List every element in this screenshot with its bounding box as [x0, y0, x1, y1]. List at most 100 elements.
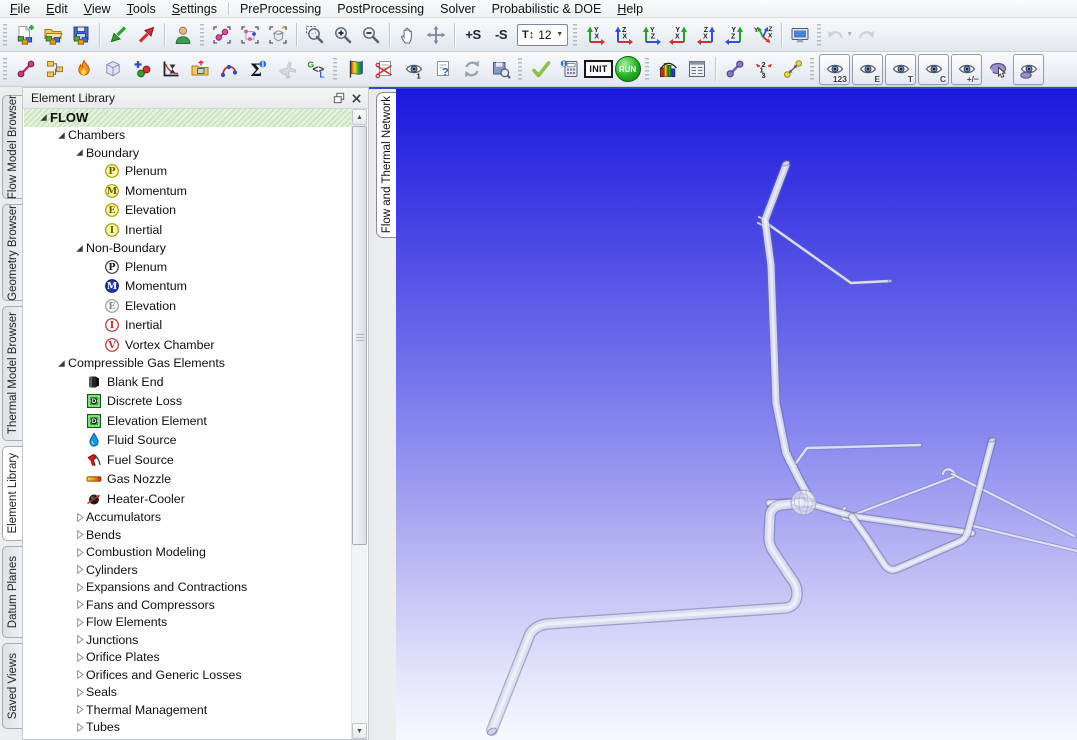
- section-cut-button[interactable]: [370, 54, 399, 84]
- refresh-model-button[interactable]: [457, 54, 486, 84]
- tree-item-bends[interactable]: Bends: [24, 526, 351, 544]
- tree-item-elevation[interactable]: E Elevation: [24, 201, 351, 221]
- tree-item-valves[interactable]: Valves: [24, 736, 351, 739]
- validate-model-button[interactable]: [526, 54, 555, 84]
- tree-expander-icon[interactable]: [72, 703, 86, 716]
- tree-item-combustion-modeling[interactable]: Combustion Modeling: [24, 544, 351, 562]
- sidebar-tab-thermal-model-browser[interactable]: Thermal Model Browser: [2, 306, 22, 441]
- decrease-symbol-size-button[interactable]: -S: [487, 21, 515, 49]
- save-snapshot-button[interactable]: [486, 54, 515, 84]
- tree-item-thermal-management[interactable]: Thermal Management: [24, 701, 351, 719]
- view-xy-button[interactable]: YX: [581, 21, 609, 49]
- scroll-thumb[interactable]: [352, 126, 367, 545]
- tree-item-elevation-element[interactable]: D Elevation Element: [24, 411, 351, 431]
- aircraft-mode-button[interactable]: [272, 54, 301, 84]
- scroll-down-button[interactable]: ▼: [352, 723, 367, 739]
- tree-item-seals[interactable]: Seals: [24, 684, 351, 702]
- tree-expander-icon[interactable]: [72, 511, 86, 524]
- menu-settings[interactable]: Settings: [164, 1, 225, 17]
- tree-item-chambers[interactable]: Chambers: [24, 127, 351, 145]
- menu-file[interactable]: File: [2, 1, 38, 17]
- tree-item-inertial[interactable]: I Inertial: [24, 220, 351, 240]
- font-size-dropdown[interactable]: T↕ 12 ▼: [517, 23, 569, 46]
- menu-probabilistic-doe[interactable]: Probabilistic & DOE: [484, 1, 610, 17]
- tree-item-boundary[interactable]: Boundary: [24, 144, 351, 162]
- tree-scrollbar[interactable]: ▲ ▼: [351, 109, 367, 739]
- menu-tools[interactable]: Tools: [119, 1, 164, 17]
- zoom-in-button[interactable]: [329, 21, 357, 49]
- save-model-button[interactable]: [67, 21, 95, 49]
- panel-float-button[interactable]: [330, 90, 347, 106]
- tree-item-compressible-gas-elements[interactable]: Compressible Gas Elements: [24, 355, 351, 373]
- tree-item-vortex-chamber[interactable]: V Vortex Chamber: [24, 335, 351, 355]
- tree-item-fuel-source[interactable]: Fuel Source: [24, 450, 351, 470]
- view-zx-button[interactable]: ZX: [693, 21, 721, 49]
- import-model-button[interactable]: [104, 21, 132, 49]
- zoom-out-button[interactable]: [357, 21, 385, 49]
- report-table-button[interactable]: [682, 54, 711, 84]
- display-results-button[interactable]: 1: [399, 54, 428, 84]
- init-solver-button[interactable]: INIT: [584, 54, 613, 84]
- show-signs-button[interactable]: +/−: [951, 53, 982, 85]
- tree-expander-icon[interactable]: [72, 738, 86, 739]
- export-model-button[interactable]: [132, 21, 160, 49]
- view-zy-button[interactable]: YZ: [637, 21, 665, 49]
- increase-symbol-size-button[interactable]: +S: [459, 21, 487, 49]
- show-ids-button[interactable]: 123: [819, 53, 850, 85]
- tree-expander-icon[interactable]: [54, 129, 68, 142]
- sidebar-tab-saved-views[interactable]: Saved Views: [2, 643, 22, 729]
- tree-item-junctions[interactable]: Junctions: [24, 631, 351, 649]
- sidebar-tab-flow-model-browser[interactable]: Flow Model Browser: [2, 95, 22, 199]
- tree-item-momentum[interactable]: M Momentum: [24, 181, 351, 201]
- create-element-button[interactable]: [11, 54, 40, 84]
- tree-expander-icon[interactable]: [54, 357, 68, 370]
- tree-expander-icon[interactable]: [72, 563, 86, 576]
- sidebar-tab-element-library[interactable]: Element Library: [2, 446, 22, 541]
- contour-display-button[interactable]: [341, 54, 370, 84]
- view-yz-button[interactable]: YZ: [721, 21, 749, 49]
- menu-postprocessing[interactable]: PostProcessing: [329, 1, 432, 17]
- convergence-plot-button[interactable]: [156, 54, 185, 84]
- tree-expander-icon[interactable]: [72, 721, 86, 734]
- tree-expander-icon[interactable]: [72, 616, 86, 629]
- tree-item-gas-nozzle[interactable]: Gas Nozzle: [24, 470, 351, 490]
- viewport-tab[interactable]: Flow and Thermal Network: [376, 92, 396, 238]
- measure-distance-button[interactable]: [778, 54, 807, 84]
- tree-item-cylinders[interactable]: Cylinders: [24, 561, 351, 579]
- tree-expander-icon[interactable]: [72, 581, 86, 594]
- show-chambers-button[interactable]: C: [918, 53, 949, 85]
- menu-view[interactable]: View: [76, 1, 119, 17]
- sidebar-tab-geometry-browser[interactable]: Geometry Browser: [2, 204, 22, 301]
- tree-item-heater-cooler[interactable]: Heater-Cooler: [24, 489, 351, 509]
- tree-expander-icon[interactable]: [72, 146, 86, 159]
- tree-expander-icon[interactable]: [72, 546, 86, 559]
- panel-splitter[interactable]: [369, 87, 376, 740]
- model-tree-button[interactable]: [40, 54, 69, 84]
- tree-item-discrete-loss[interactable]: D Discrete Loss: [24, 392, 351, 412]
- renumber-elements-button[interactable]: 213: [749, 54, 778, 84]
- tree-item-orifice-plates[interactable]: Orifice Plates: [24, 649, 351, 667]
- select-elements-button[interactable]: [208, 21, 236, 49]
- rotate-view-button[interactable]: [422, 21, 450, 49]
- view-yx-button[interactable]: YX: [665, 21, 693, 49]
- combustor-button[interactable]: [69, 54, 98, 84]
- tree-item-plenum[interactable]: P Plenum: [24, 257, 351, 277]
- plot-histogram-button[interactable]: [653, 54, 682, 84]
- redo-button[interactable]: [853, 21, 881, 49]
- tree-item-inertial[interactable]: I Inertial: [24, 316, 351, 336]
- document-help-button[interactable]: ?: [428, 54, 457, 84]
- tree-item-orifices-and-generic-losses[interactable]: Orifices and Generic Losses: [24, 666, 351, 684]
- tree-expander-icon[interactable]: [72, 528, 86, 541]
- menu-edit[interactable]: Edit: [38, 1, 76, 17]
- tree-item-tubes[interactable]: Tubes: [24, 719, 351, 737]
- export-package-button[interactable]: [185, 54, 214, 84]
- tree-item-accumulators[interactable]: Accumulators: [24, 509, 351, 527]
- chamber-3d-button[interactable]: [98, 54, 127, 84]
- open-model-button[interactable]: [39, 21, 67, 49]
- tree-expander-icon[interactable]: [72, 598, 86, 611]
- add-component-button[interactable]: [127, 54, 156, 84]
- tree-item-fluid-source[interactable]: Fluid Source: [24, 431, 351, 451]
- menu-preprocessing[interactable]: PreProcessing: [232, 1, 329, 17]
- tree-item-blank-end[interactable]: Blank End: [24, 372, 351, 392]
- menu-solver[interactable]: Solver: [432, 1, 483, 17]
